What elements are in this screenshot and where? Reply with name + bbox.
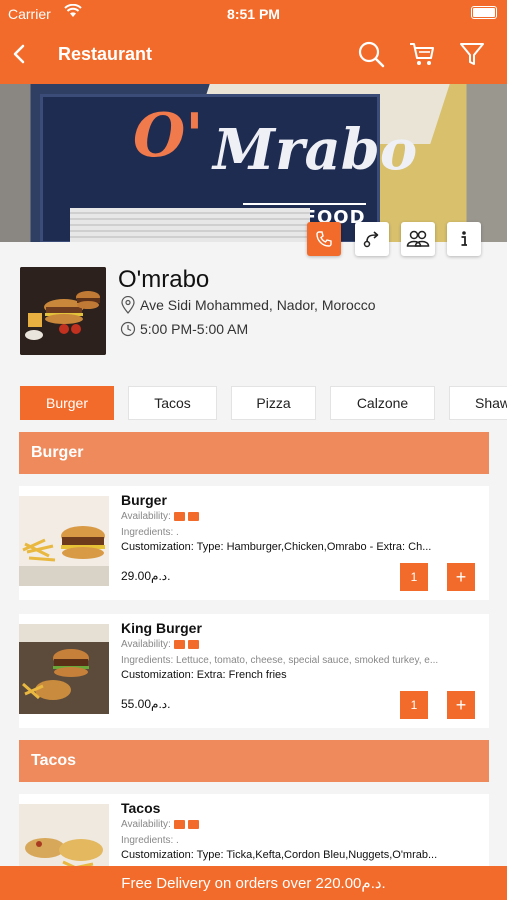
group-button[interactable] [401, 222, 435, 256]
delivery-icon [173, 512, 185, 521]
tab-pizza[interactable]: Pizza [231, 386, 316, 420]
menu-item-ingredients: Ingredients: Lettuce, tomato, cheese, sp… [121, 655, 439, 666]
restaurant-address: Ave Sidi Mohammed, Nador, Morocco [120, 296, 376, 314]
nav-bar: Restaurant [0, 32, 507, 76]
quantity-button[interactable]: 1 [400, 691, 428, 719]
battery-icon [471, 6, 497, 19]
restaurant-logo-image [20, 267, 106, 355]
menu-item-price: 55.00د.م. [121, 697, 171, 711]
location-pin-icon [121, 296, 135, 314]
page-title: Restaurant [58, 44, 153, 64]
menu-item-ingredients: Ingredients: . [121, 835, 179, 846]
dine-in-icon [187, 512, 199, 521]
dine-in-icon [187, 820, 199, 829]
restaurant-hours: 5:00 PM-5:00 AM [120, 321, 248, 337]
category-tabs: Burger Tacos Pizza Calzone Shaw [20, 386, 507, 422]
back-icon[interactable] [8, 40, 32, 68]
phone-icon [316, 231, 332, 247]
menu-item-price: 29.00د.م. [121, 569, 171, 583]
clock-icon [120, 321, 136, 337]
menu-item-customization: Customization: Extra: French fries [121, 669, 287, 681]
tab-tacos[interactable]: Tacos [128, 386, 217, 420]
menu-item-card[interactable]: Burger Availability: Ingredients: . Cust… [19, 486, 489, 600]
clock: 8:51 PM [227, 6, 280, 22]
menu-item-availability: Availability: [121, 639, 199, 650]
filter-icon[interactable] [458, 40, 486, 68]
address-text: Ave Sidi Mohammed, Nador, Morocco [140, 297, 376, 313]
restaurant-name: O'mrabo [118, 266, 210, 293]
cart-icon[interactable] [408, 40, 436, 68]
sign-logo-o: O' [133, 101, 204, 171]
quantity-button[interactable]: 1 [400, 563, 428, 591]
menu-item-availability: Availability: [121, 511, 199, 522]
delivery-icon [173, 820, 185, 829]
group-icon [406, 230, 430, 247]
menu-item-card[interactable]: King Burger Availability: Ingredients: L… [19, 614, 489, 728]
menu-item-customization: Customization: Type: Ticka,Kefta,Cordon … [121, 849, 438, 861]
restaurant-cover-image: O' Mrabo FAST FOOD [0, 84, 507, 242]
menu-item-name: Burger [121, 492, 167, 508]
search-icon[interactable] [357, 40, 385, 68]
hours-text: 5:00 PM-5:00 AM [140, 321, 249, 337]
tab-calzone[interactable]: Calzone [330, 386, 435, 420]
tab-shawarma[interactable]: Shaw [449, 386, 507, 420]
info-button[interactable] [447, 222, 481, 256]
tab-burger[interactable]: Burger [20, 386, 114, 420]
menu-item-name: King Burger [121, 620, 202, 636]
sign-logo-main: Mrabo [213, 117, 418, 183]
menu-item-customization: Customization: Type: Hamburger,Chicken,O… [121, 541, 432, 553]
section-header-burger: Burger [19, 432, 489, 474]
dine-in-icon [187, 640, 199, 649]
menu-item-image [19, 496, 109, 586]
status-bar: Carrier 8:51 PM [0, 0, 507, 28]
menu-item-name: Tacos [121, 800, 161, 816]
add-to-cart-button[interactable]: + [447, 691, 475, 719]
directions-icon [363, 231, 379, 248]
call-button[interactable] [307, 222, 341, 256]
menu-item-availability: Availability: [121, 819, 199, 830]
delivery-icon [173, 640, 185, 649]
menu-item-image [19, 624, 109, 714]
add-to-cart-button[interactable]: + [447, 563, 475, 591]
directions-button[interactable] [355, 222, 389, 256]
free-delivery-banner: Free Delivery on orders over 220.00د.م. [0, 866, 507, 900]
menu-item-ingredients: Ingredients: . [121, 527, 179, 538]
info-icon [461, 231, 467, 246]
section-header-tacos: Tacos [19, 740, 489, 782]
top-bar: Carrier 8:51 PM Restaurant [0, 0, 507, 84]
